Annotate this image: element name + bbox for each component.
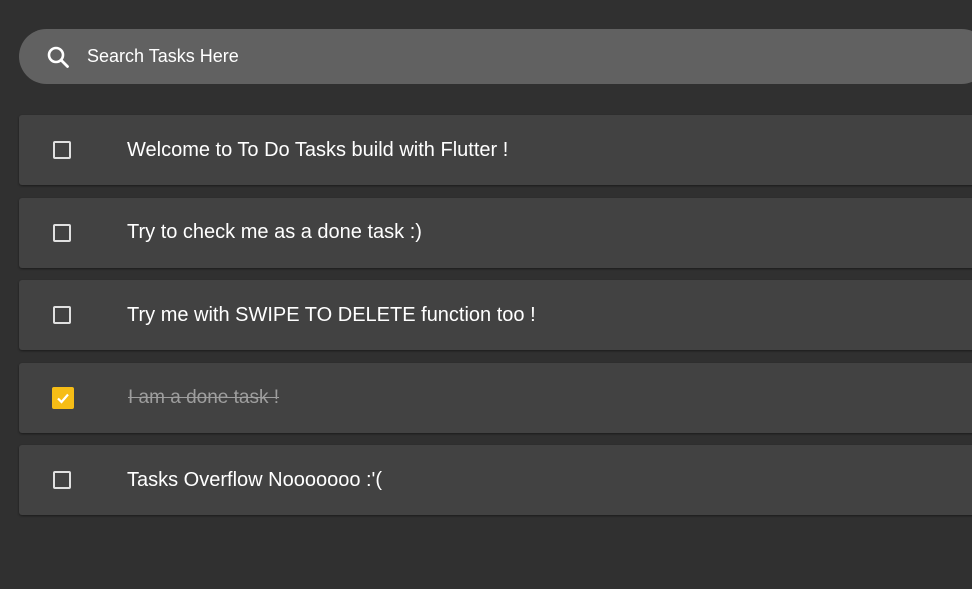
task-item[interactable]: Welcome to To Do Tasks build with Flutte…: [19, 115, 972, 185]
task-checkbox[interactable]: [53, 471, 71, 489]
task-item[interactable]: Tasks Overflow Nooooooo :'(: [19, 445, 972, 515]
search-icon[interactable]: [45, 44, 71, 70]
task-item[interactable]: I am a done task !: [19, 362, 972, 433]
task-checkbox[interactable]: [53, 141, 71, 159]
task-label: Try me with SWIPE TO DELETE function too…: [127, 303, 536, 326]
search-input[interactable]: [87, 46, 687, 67]
check-icon: [57, 393, 69, 404]
task-checkbox[interactable]: [52, 386, 74, 409]
task-label: Welcome to To Do Tasks build with Flutte…: [127, 138, 509, 161]
task-item[interactable]: Try to check me as a done task :): [19, 197, 972, 268]
task-checkbox[interactable]: [53, 306, 71, 324]
task-list: Welcome to To Do Tasks build with Flutte…: [19, 115, 972, 528]
search-bar[interactable]: [19, 29, 972, 84]
task-label: Try to check me as a done task :): [127, 221, 422, 243]
task-item[interactable]: Try me with SWIPE TO DELETE function too…: [19, 280, 972, 350]
todo-screen: Welcome to To Do Tasks build with Flutte…: [0, 0, 972, 589]
task-checkbox[interactable]: [53, 223, 71, 242]
task-label: Tasks Overflow Nooooooo :'(: [127, 468, 383, 491]
task-label: I am a done task !: [128, 386, 280, 408]
